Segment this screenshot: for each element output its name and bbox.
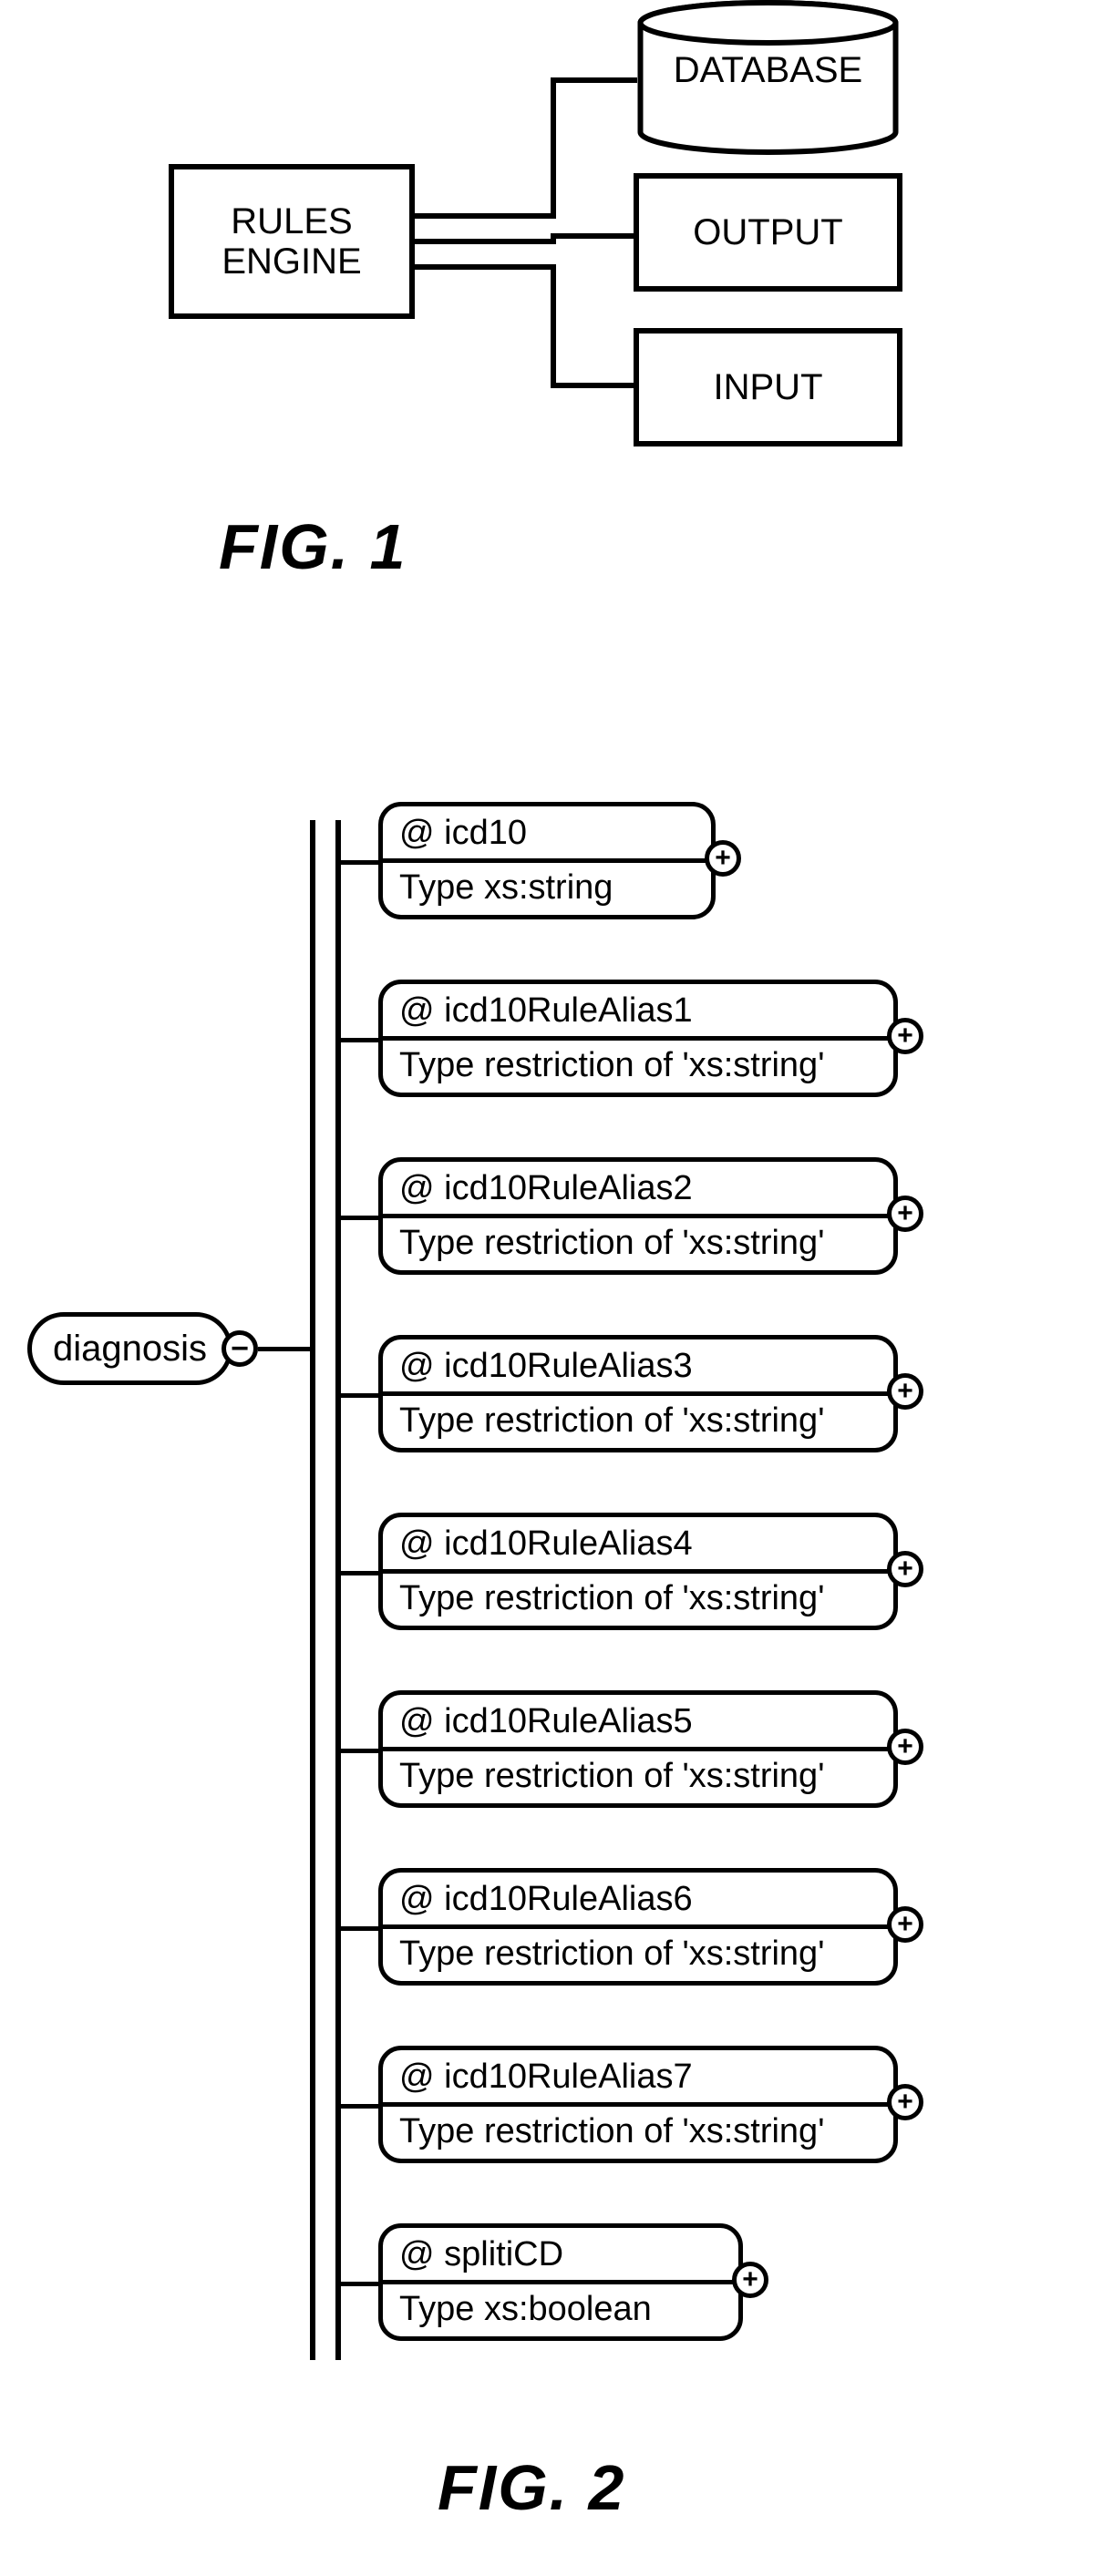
tree-trunk-line <box>335 820 341 2360</box>
attribute-node: @ icd10RuleAlias6 Type restriction of 'x… <box>378 1868 898 1986</box>
attribute-node: @ icd10RuleAlias1 Type restriction of 'x… <box>378 980 898 1097</box>
attribute-type: Type restriction of 'xs:string' <box>383 2107 893 2159</box>
rules-engine-label: RULES ENGINE <box>222 201 361 282</box>
attribute-name: @ icd10RuleAlias2 <box>383 1162 893 1218</box>
figure-2-caption: FIG. 2 <box>438 2451 625 2524</box>
attribute-type: Type xs:string <box>383 863 711 915</box>
connector <box>415 213 556 219</box>
expand-icon[interactable]: + <box>705 840 741 877</box>
expand-icon[interactable]: + <box>887 1729 923 1765</box>
attribute-node: @ icd10RuleAlias2 Type restriction of 'x… <box>378 1157 898 1275</box>
database-cylinder: DATABASE <box>634 0 902 155</box>
connector <box>551 233 637 239</box>
output-label: OUTPUT <box>693 212 842 252</box>
input-box: INPUT <box>634 328 902 446</box>
connector <box>415 264 556 270</box>
attribute-name: @ icd10RuleAlias3 <box>383 1339 893 1396</box>
connector <box>340 1393 378 1398</box>
expand-icon[interactable]: + <box>887 1018 923 1054</box>
connector <box>415 239 556 244</box>
attribute-name: @ icd10RuleAlias6 <box>383 1873 893 1929</box>
attribute-node: @ icd10RuleAlias4 Type restriction of 'x… <box>378 1513 898 1630</box>
connector <box>551 383 637 388</box>
connector <box>551 77 637 83</box>
attribute-node: @ icd10 Type xs:string <box>378 802 716 919</box>
collapse-icon[interactable]: − <box>222 1330 258 1367</box>
attribute-name: @ splitiCD <box>383 2228 738 2284</box>
connector <box>551 264 556 387</box>
connector <box>340 1216 378 1220</box>
attribute-node: @ splitiCD Type xs:boolean <box>378 2223 743 2341</box>
attribute-type: Type restriction of 'xs:string' <box>383 1218 893 1270</box>
attribute-type: Type restriction of 'xs:string' <box>383 1396 893 1448</box>
tree-trunk-line <box>310 820 315 2360</box>
attribute-type: Type restriction of 'xs:string' <box>383 1041 893 1093</box>
attribute-node: @ icd10RuleAlias7 Type restriction of 'x… <box>378 2046 898 2163</box>
attribute-type: Type restriction of 'xs:string' <box>383 1574 893 1626</box>
attribute-name: @ icd10RuleAlias5 <box>383 1695 893 1751</box>
expand-icon[interactable]: + <box>887 1551 923 1587</box>
connector <box>340 1749 378 1753</box>
connector <box>551 77 556 219</box>
diagnosis-root-label: diagnosis <box>53 1329 207 1370</box>
attribute-name: @ icd10 <box>383 806 711 863</box>
input-label: INPUT <box>714 367 823 407</box>
expand-icon[interactable]: + <box>887 2084 923 2120</box>
connector <box>340 2104 378 2109</box>
rules-engine-box: RULES ENGINE <box>169 164 415 319</box>
diagnosis-root-node: diagnosis <box>27 1312 232 1385</box>
connector <box>340 2282 378 2286</box>
attribute-node: @ icd10RuleAlias5 Type restriction of 'x… <box>378 1690 898 1808</box>
figure-1-caption: FIG. 1 <box>219 510 407 583</box>
attribute-name: @ icd10RuleAlias7 <box>383 2050 893 2107</box>
attribute-node: @ icd10RuleAlias3 Type restriction of 'x… <box>378 1335 898 1452</box>
attribute-type: Type restriction of 'xs:string' <box>383 1751 893 1803</box>
connector <box>340 1038 378 1042</box>
attribute-type: Type xs:boolean <box>383 2284 738 2336</box>
attribute-name: @ icd10RuleAlias4 <box>383 1517 893 1574</box>
connector <box>340 860 378 865</box>
database-label: DATABASE <box>634 50 902 91</box>
expand-icon[interactable]: + <box>732 2262 768 2298</box>
expand-icon[interactable]: + <box>887 1373 923 1410</box>
attribute-type: Type restriction of 'xs:string' <box>383 1929 893 1981</box>
expand-icon[interactable]: + <box>887 1196 923 1232</box>
attribute-name: @ icd10RuleAlias1 <box>383 984 893 1041</box>
connector <box>258 1347 313 1351</box>
connector <box>340 1926 378 1931</box>
connector <box>340 1571 378 1575</box>
expand-icon[interactable]: + <box>887 1906 923 1943</box>
output-box: OUTPUT <box>634 173 902 292</box>
